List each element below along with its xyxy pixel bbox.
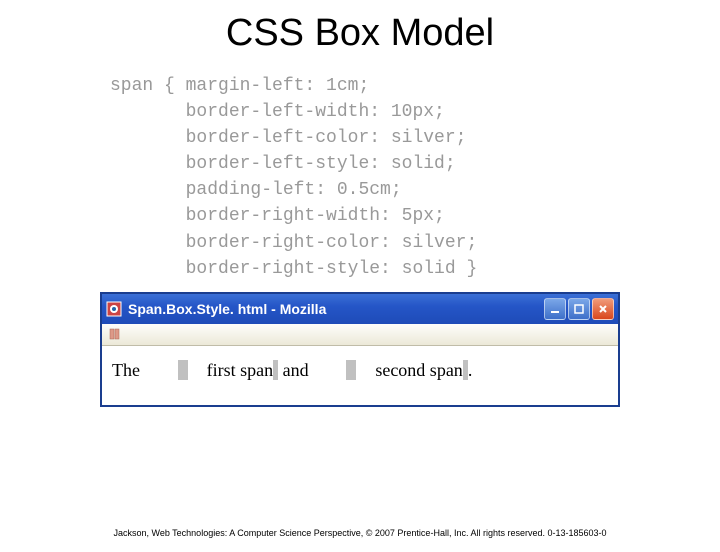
content-area: The first span and second span. (102, 346, 618, 405)
toolbar (102, 324, 618, 346)
window-title: Span.Box.Style. html - Mozilla (128, 301, 544, 317)
close-button[interactable] (592, 298, 614, 320)
browser-window: Span.Box.Style. html - Mozilla The first … (100, 292, 620, 407)
mozilla-icon (106, 301, 122, 317)
page-title: CSS Box Model (0, 12, 720, 55)
footer-citation: Jackson, Web Technologies: A Computer Sc… (0, 528, 720, 538)
minimize-button[interactable] (544, 298, 566, 320)
second-span: second span (346, 360, 467, 380)
text-after: . (468, 360, 473, 380)
bookmark-icon[interactable] (108, 327, 122, 341)
text-middle: and (278, 360, 309, 380)
text-before: The (112, 360, 140, 380)
titlebar: Span.Box.Style. html - Mozilla (102, 294, 618, 324)
window-controls (544, 298, 614, 320)
first-span: first span (178, 360, 278, 380)
css-code-block: span { margin-left: 1cm; border-left-wid… (110, 73, 720, 282)
maximize-button[interactable] (568, 298, 590, 320)
